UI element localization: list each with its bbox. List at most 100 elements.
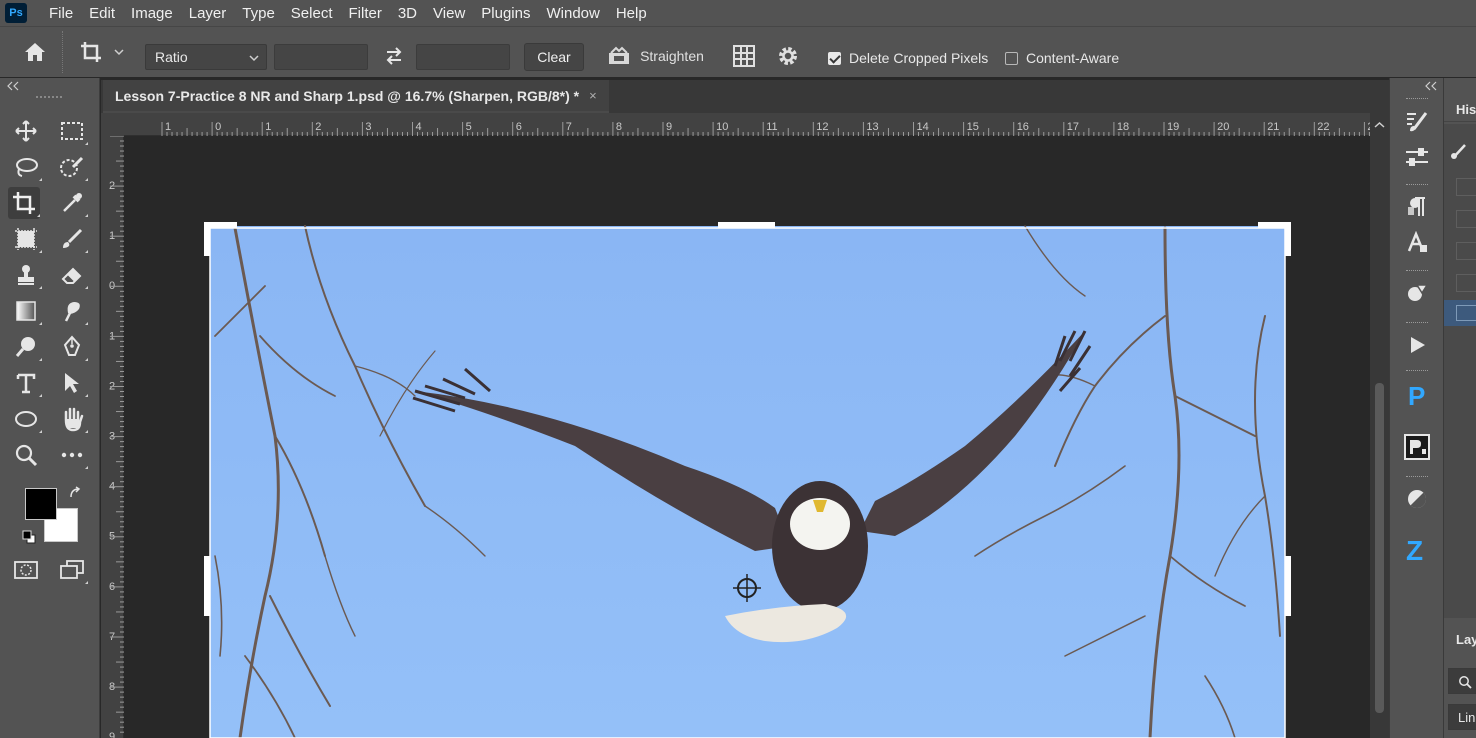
plugin-z-panel-button[interactable]: Z <box>1402 534 1432 564</box>
vertical-ruler[interactable]: 210123456789 <box>101 136 124 738</box>
menu-image[interactable]: Image <box>123 5 181 22</box>
ratio-width-input[interactable] <box>274 44 368 70</box>
path-selection-tool[interactable] <box>56 367 88 399</box>
actions-panel-button[interactable] <box>1402 330 1432 360</box>
hand-tool[interactable] <box>56 403 88 435</box>
menu-layer[interactable]: Layer <box>181 5 235 22</box>
dock-grip <box>1406 270 1428 273</box>
quick-mask-button[interactable] <box>10 554 42 586</box>
gear-icon <box>779 47 797 65</box>
clear-button[interactable]: Clear <box>524 43 584 71</box>
menu-file[interactable]: File <box>41 5 81 22</box>
delete-cropped-pixels-label: Delete Cropped Pixels <box>849 50 989 66</box>
brush-settings-panel-button[interactable] <box>1402 106 1432 136</box>
grid-overlay-icon <box>733 45 755 67</box>
content-aware-checkbox[interactable] <box>1005 52 1018 65</box>
menu-type[interactable]: Type <box>234 5 283 22</box>
overlay-options-button[interactable] <box>730 43 758 69</box>
history-item[interactable] <box>1456 210 1476 228</box>
swap-ratio-button[interactable] <box>380 43 408 69</box>
history-panel-header[interactable]: His <box>1444 92 1476 122</box>
vertical-scrollbar[interactable] <box>1370 113 1389 738</box>
swap-colors-icon[interactable] <box>68 486 82 500</box>
pen-tool[interactable] <box>56 331 88 363</box>
layers-panel-title: Lay <box>1456 632 1476 647</box>
default-colors-icon[interactable] <box>22 530 36 544</box>
close-tab-button[interactable]: × <box>589 88 597 103</box>
smudge-tool[interactable] <box>56 295 88 327</box>
frame-icon <box>15 228 37 250</box>
edit-toolbar-button[interactable] <box>56 439 88 471</box>
chevron-up-icon[interactable] <box>1370 119 1389 131</box>
frame-tool[interactable] <box>10 223 42 255</box>
crop-tool[interactable] <box>8 187 40 219</box>
adjustments-panel-button[interactable] <box>1402 142 1432 172</box>
history-item[interactable] <box>1456 274 1476 292</box>
zoom-tool[interactable] <box>10 439 42 471</box>
foreground-color-swatch[interactable] <box>25 488 57 520</box>
gradient-tool[interactable] <box>10 295 42 327</box>
eraser-tool[interactable] <box>56 259 88 291</box>
horizontal-ruler[interactable]: 10123456789101112131415161718192021222 <box>124 113 1374 136</box>
rectangular-marquee-tool[interactable] <box>56 115 88 147</box>
eyedropper-icon <box>63 193 82 212</box>
document-tab[interactable]: Lesson 7-Practice 8 NR and Sharp 1.psd @… <box>103 80 609 113</box>
delete-cropped-pixels-checkbox[interactable] <box>828 52 841 65</box>
menu-plugins[interactable]: Plugins <box>473 5 538 22</box>
gradient-icon <box>16 301 36 321</box>
history-brush-icon <box>1451 144 1466 159</box>
layers-filter-search[interactable] <box>1448 668 1476 694</box>
dock-grip <box>1406 184 1428 187</box>
smudge-icon <box>64 302 80 322</box>
layers-panel-header[interactable]: Lay <box>1444 620 1476 660</box>
dodge-tool[interactable] <box>10 331 42 363</box>
menu-select[interactable]: Select <box>283 5 341 22</box>
document-image <box>204 222 1291 738</box>
menu-window[interactable]: Window <box>538 5 607 22</box>
crop-preset-button[interactable] <box>74 39 130 65</box>
collapse-panel-icon[interactable] <box>6 81 20 91</box>
straighten-icon <box>609 46 630 64</box>
menu-filter[interactable]: Filter <box>341 5 390 22</box>
ruler-label: 9 <box>666 121 672 133</box>
move-tool[interactable] <box>10 115 42 147</box>
menu-3d[interactable]: 3D <box>390 5 425 22</box>
content-aware-label: Content-Aware <box>1026 50 1120 66</box>
ruler-origin[interactable] <box>101 113 124 136</box>
paragraph-panel-button[interactable] <box>1402 192 1432 222</box>
options-bar: Ratio Clear Straighten Delete Cropped Pi… <box>0 26 1476 77</box>
ellipse-tool[interactable] <box>10 403 42 435</box>
menu-view[interactable]: View <box>425 5 473 22</box>
sliders-icon <box>1406 148 1428 166</box>
layers-blend-mode-select[interactable]: Lin <box>1448 704 1476 730</box>
chevron-down-icon <box>114 49 124 56</box>
move-icon <box>15 120 37 142</box>
shapes-panel-button[interactable] <box>1402 278 1432 308</box>
lasso-tool[interactable] <box>10 151 42 183</box>
history-item[interactable] <box>1456 242 1476 260</box>
ratio-select[interactable]: Ratio <box>145 44 267 70</box>
screen-mode-button[interactable] <box>56 554 88 586</box>
plugin-square-icon <box>1404 434 1430 460</box>
plugin-panel-button[interactable] <box>1402 432 1432 462</box>
history-item-selected[interactable] <box>1444 300 1476 326</box>
type-tool[interactable] <box>10 367 42 399</box>
menu-edit[interactable]: Edit <box>81 5 123 22</box>
ruler-label: 10 <box>716 121 728 133</box>
brush-tool[interactable] <box>56 223 88 255</box>
menu-help[interactable]: Help <box>608 5 655 22</box>
ratio-height-input[interactable] <box>416 44 510 70</box>
eyedropper-tool[interactable] <box>56 187 88 219</box>
quick-selection-tool[interactable] <box>56 151 88 183</box>
collapse-dock-icon[interactable] <box>1424 81 1438 91</box>
character-panel-button[interactable] <box>1402 228 1432 258</box>
canvas[interactable] <box>125 136 1370 738</box>
scrollbar-thumb[interactable] <box>1375 383 1384 713</box>
plugin-p-panel-button[interactable]: P <box>1402 380 1432 410</box>
exposure-panel-button[interactable] <box>1402 484 1432 514</box>
history-item[interactable] <box>1456 178 1476 196</box>
straighten-button[interactable]: Straighten <box>600 43 710 69</box>
clone-stamp-tool[interactable] <box>10 259 42 291</box>
crop-settings-button[interactable] <box>774 43 802 69</box>
home-button[interactable] <box>20 39 50 65</box>
